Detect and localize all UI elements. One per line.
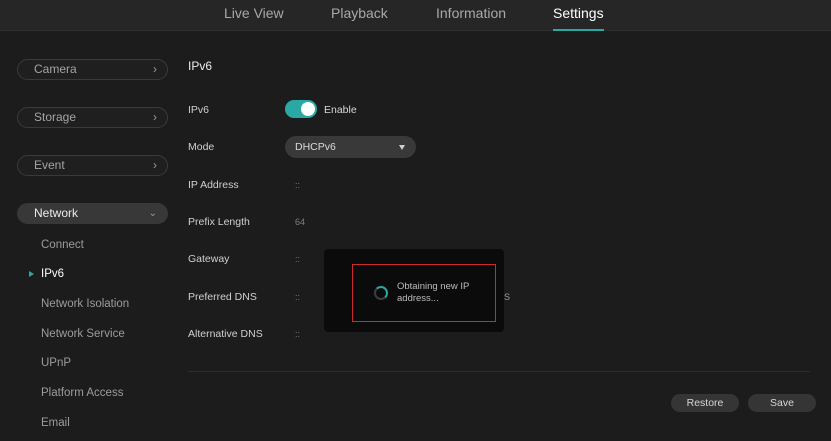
enable-label: Enable: [324, 104, 357, 116]
sidebar-item-upnp[interactable]: UPnP: [41, 357, 71, 369]
chevron-right-icon: ›: [153, 62, 157, 76]
obscured-text-fragment: S: [504, 292, 511, 302]
ipv6-label: IPv6: [188, 104, 210, 116]
sidebar-item-network-isolation[interactable]: Network Isolation: [41, 298, 129, 310]
loading-message: Obtaining new IP address...: [397, 281, 470, 304]
sidebar-group-label: Network: [34, 206, 79, 220]
active-item-marker-icon: [29, 271, 34, 277]
sidebar: Camera › Storage › Event › Network ⌄ Con…: [0, 31, 170, 441]
restore-button[interactable]: Restore: [671, 394, 739, 412]
sidebar-item-ipv6[interactable]: IPv6: [41, 268, 64, 280]
ip-address-value: ::: [295, 180, 301, 190]
top-nav-bar: Live View Playback Information Settings: [0, 0, 831, 31]
sidebar-group-label: Camera: [34, 62, 77, 76]
divider: [188, 371, 810, 372]
sidebar-item-platform-access[interactable]: Platform Access: [41, 387, 123, 399]
tab-live-view[interactable]: Live View: [224, 5, 284, 21]
tab-settings[interactable]: Settings: [553, 5, 604, 31]
dropdown-arrow-icon: [399, 145, 405, 150]
alternative-dns-label: Alternative DNS: [188, 328, 263, 340]
sidebar-item-network-service[interactable]: Network Service: [41, 328, 125, 340]
sidebar-item-email[interactable]: Email: [41, 417, 70, 429]
prefix-length-value: 64: [295, 217, 306, 227]
ipv6-enable-toggle[interactable]: [285, 100, 317, 118]
prefix-length-label: Prefix Length: [188, 216, 250, 228]
tab-information[interactable]: Information: [436, 5, 506, 21]
sidebar-group-event[interactable]: Event ›: [17, 155, 168, 176]
page-title: IPv6: [188, 59, 213, 73]
alternative-dns-value: ::: [295, 329, 301, 339]
chevron-right-icon: ›: [153, 110, 157, 124]
save-button[interactable]: Save: [748, 394, 816, 412]
preferred-dns-label: Preferred DNS: [188, 291, 257, 303]
tab-playback[interactable]: Playback: [331, 5, 388, 21]
sidebar-group-label: Storage: [34, 110, 77, 124]
mode-select[interactable]: DHCPv6: [285, 136, 416, 158]
preferred-dns-value: ::: [295, 292, 301, 302]
chevron-right-icon: ›: [153, 158, 157, 172]
toggle-knob: [301, 102, 315, 116]
mode-label: Mode: [188, 141, 215, 153]
sidebar-group-label: Event: [34, 158, 65, 172]
ip-address-label: IP Address: [188, 179, 239, 191]
sidebar-group-network[interactable]: Network ⌄: [17, 203, 168, 224]
sidebar-group-camera[interactable]: Camera ›: [17, 59, 168, 80]
sidebar-group-storage[interactable]: Storage ›: [17, 107, 168, 128]
mode-select-value: DHCPv6: [295, 141, 336, 153]
gateway-value: ::: [295, 254, 301, 264]
gateway-label: Gateway: [188, 253, 230, 265]
loading-spinner-icon: [374, 286, 388, 300]
chevron-down-icon: ⌄: [148, 208, 157, 219]
sidebar-item-connect[interactable]: Connect: [41, 239, 84, 251]
